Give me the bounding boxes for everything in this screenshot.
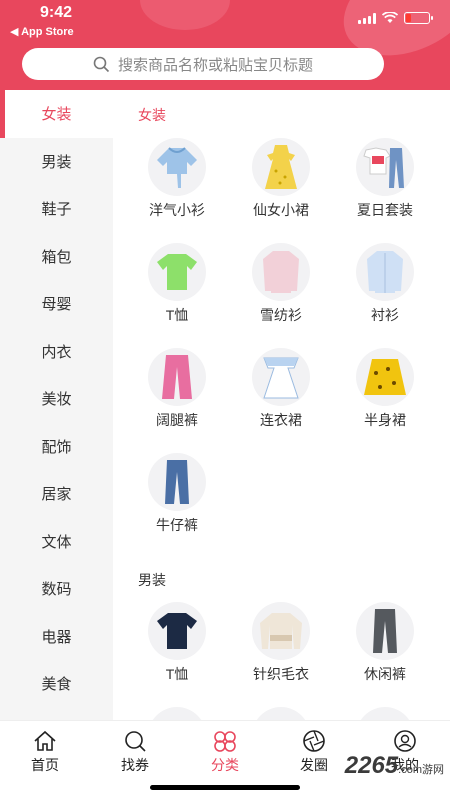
search-bar[interactable]: 搜索商品名称或粘贴宝贝标题: [22, 48, 384, 80]
category-item[interactable]: 半身裙: [335, 348, 435, 430]
pants-icon: [356, 602, 414, 660]
dress-icon: [252, 348, 310, 406]
section-title-mens: 男装: [138, 572, 166, 588]
category-item[interactable]: [335, 707, 435, 720]
category-item-label: 仙女小裙: [253, 202, 309, 218]
outfit-set-icon: [356, 138, 414, 196]
skirt-icon: [356, 348, 414, 406]
tab-label: 发圈: [300, 757, 328, 773]
sidebar-item-bags[interactable]: 箱包: [0, 233, 113, 281]
category-item[interactable]: 针织毛衣: [231, 602, 331, 684]
category-item-label: 衬衫: [371, 307, 399, 323]
category-item[interactable]: [127, 707, 227, 720]
tab-label: 分类: [211, 757, 239, 773]
category-item-label: T恤: [165, 307, 189, 323]
category-item[interactable]: T恤: [127, 243, 227, 325]
back-to-app-store-link[interactable]: ◀ App Store: [10, 25, 74, 38]
category-item[interactable]: 阔腿裤: [127, 348, 227, 430]
status-icons: [358, 12, 433, 24]
category-item-label: 半身裙: [364, 412, 406, 428]
tshirt-icon: [148, 243, 206, 301]
category-icon: [214, 731, 236, 752]
sidebar-item-mens[interactable]: 男装: [0, 138, 113, 186]
category-item-label: 休闲裤: [364, 666, 406, 682]
category-item[interactable]: 洋气小衫: [127, 138, 227, 220]
sidebar-item-stationery[interactable]: 文体: [0, 518, 113, 566]
category-item[interactable]: 雪纺衫: [231, 243, 331, 325]
category-item-label: 牛仔裤: [156, 517, 198, 533]
battery-icon: [404, 12, 433, 24]
wide-pants-icon: [148, 348, 206, 406]
sidebar-item-womens[interactable]: 女装: [0, 90, 113, 138]
shirt-icon: [252, 707, 310, 720]
sidebar-item-accessories[interactable]: 配饰: [0, 423, 113, 471]
section-title-womens: 女装: [138, 107, 166, 123]
category-item[interactable]: 休闲裤: [335, 602, 435, 684]
category-content: 女装 洋气小衫 仙女小裙 夏日套装 T恤 雪纺衫 衬衫 阔腿裤 连衣裙 半身裙 …: [113, 90, 450, 720]
dress-icon: [252, 138, 310, 196]
header: 9:42 ◀ App Store 搜索商品名称或粘贴宝贝标题: [0, 0, 450, 90]
header-decoration: [140, 0, 230, 30]
profile-icon: [394, 730, 416, 752]
sidebar-item-digital[interactable]: 数码: [0, 565, 113, 613]
sidebar-item-shoes[interactable]: 鞋子: [0, 185, 113, 233]
category-item-label: 针织毛衣: [253, 666, 309, 682]
sidebar-item-home[interactable]: 居家: [0, 470, 113, 518]
category-item-label: 洋气小衫: [149, 202, 205, 218]
search-icon: [93, 56, 110, 72]
chiffon-shirt-icon: [252, 243, 310, 301]
shirt-icon: [148, 707, 206, 720]
tab-coupons[interactable]: 找券: [100, 729, 170, 775]
sidebar-item-underwear[interactable]: 内衣: [0, 328, 113, 376]
blouse-icon: [148, 138, 206, 196]
category-item[interactable]: T恤: [127, 602, 227, 684]
jeans-icon: [148, 453, 206, 511]
shirt-icon: [356, 243, 414, 301]
category-item[interactable]: [231, 707, 331, 720]
status-time: 9:42: [40, 4, 73, 21]
home-icon: [34, 730, 56, 751]
wifi-icon: [382, 12, 398, 23]
category-sidebar: 女装 男装 鞋子 箱包 母婴 内衣 美妆 配饰 居家 文体 数码 电器 美食: [0, 90, 113, 720]
category-item-label: 雪纺衫: [260, 307, 302, 323]
tab-category[interactable]: 分类: [190, 729, 260, 775]
shutter-icon: [303, 730, 325, 752]
tab-label: 首页: [31, 757, 59, 773]
category-item[interactable]: 衬衫: [335, 243, 435, 325]
category-item[interactable]: 仙女小裙: [231, 138, 331, 220]
category-item-label: T恤: [165, 666, 189, 682]
sidebar-item-appliances[interactable]: 电器: [0, 613, 113, 661]
sidebar-item-beauty[interactable]: 美妆: [0, 375, 113, 423]
jeans-icon: [356, 707, 414, 720]
search-icon: [125, 731, 146, 752]
home-indicator: [150, 785, 300, 790]
category-item-label: 阔腿裤: [156, 412, 198, 428]
search-placeholder: 搜索商品名称或粘贴宝贝标题: [117, 56, 313, 74]
category-item[interactable]: 连衣裙: [231, 348, 331, 430]
sweater-icon: [252, 602, 310, 660]
sidebar-item-food[interactable]: 美食: [0, 660, 113, 708]
tab-home[interactable]: 首页: [10, 729, 80, 775]
tshirt-icon: [148, 602, 206, 660]
category-item-label: 夏日套装: [357, 202, 413, 218]
watermark-logo: 2265.com游网: [344, 752, 444, 779]
category-item-label: 连衣裙: [260, 412, 302, 428]
tab-moments[interactable]: 发圈: [279, 729, 349, 775]
sidebar-item-baby[interactable]: 母婴: [0, 280, 113, 328]
category-item[interactable]: 夏日套装: [335, 138, 435, 220]
category-item[interactable]: 牛仔裤: [127, 453, 227, 535]
tab-label: 找券: [121, 757, 149, 773]
signal-icon: [358, 12, 376, 24]
